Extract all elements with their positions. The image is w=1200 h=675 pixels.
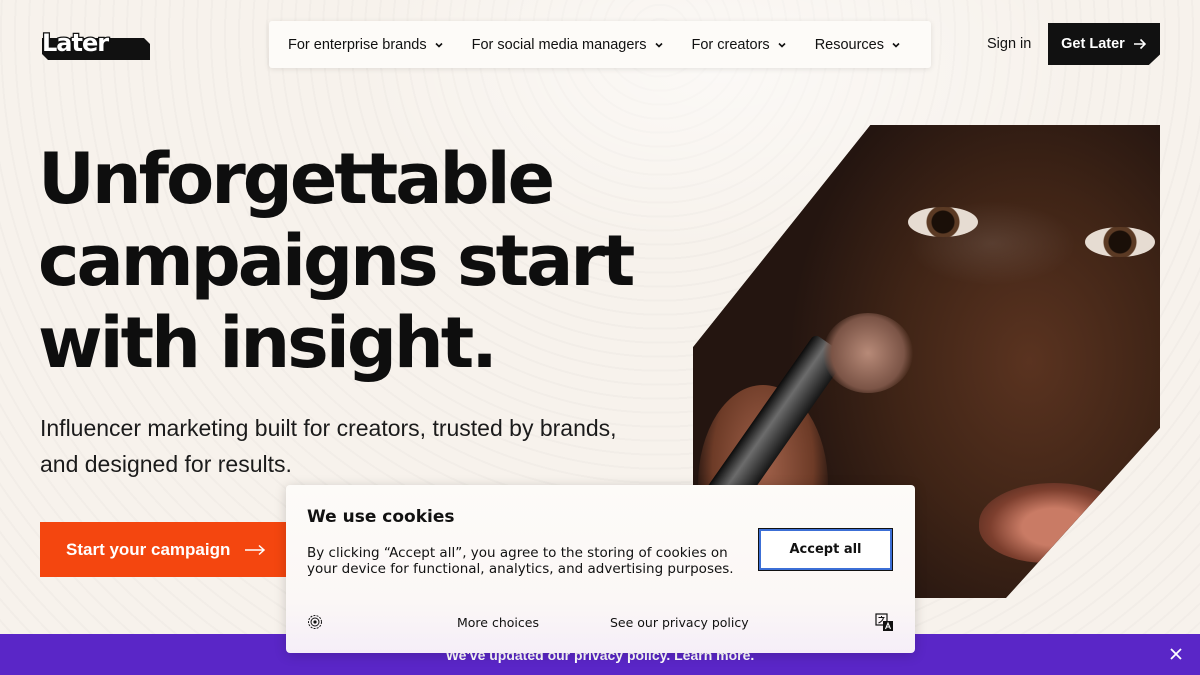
chevron-down-icon [654,42,663,48]
brush-head-shape [823,313,913,393]
chevron-down-icon [778,42,786,48]
accept-all-button[interactable]: Accept all [758,528,893,571]
nav-item-label: For creators [691,36,770,53]
logo-wordmark: Later [42,29,109,57]
later-logo[interactable]: Later [40,28,150,62]
start-campaign-label: Start your campaign [66,539,231,559]
chevron-down-icon [892,42,900,48]
main-nav: For enterprise brands For social media m… [269,21,931,68]
hero-title-line: campaigns start [38,220,635,302]
hero-subtitle: Influencer marketing built for creators,… [40,410,650,482]
cookie-title: We use cookies [307,507,455,527]
get-later-label: Get Later [1061,36,1125,52]
cookie-text: By clicking “Accept all”, you agree to t… [307,545,734,577]
nav-item-label: For enterprise brands [288,36,427,53]
sign-in-link[interactable]: Sign in [987,36,1031,52]
close-icon[interactable] [1168,646,1184,662]
privacy-policy-link[interactable]: See our privacy policy [610,615,749,630]
more-choices-link[interactable]: More choices [457,615,539,630]
hero-title-line: Unforgettable [38,138,555,220]
eye-shape [1085,227,1155,257]
nav-item-social-media-managers[interactable]: For social media managers [472,37,664,53]
get-later-button[interactable]: Get Later [1048,23,1160,65]
gear-icon[interactable] [307,614,323,630]
start-campaign-button[interactable]: Start your campaign [40,522,286,577]
nav-item-label: For social media managers [471,36,647,53]
arrow-right-icon [1133,38,1146,50]
nav-item-enterprise[interactable]: For enterprise brands [288,37,444,53]
hero-title-line: with insight. [38,302,498,384]
eye-shape [908,207,978,237]
nav-item-resources[interactable]: Resources [815,37,901,53]
nav-item-creators[interactable]: For creators [692,37,787,53]
hero-subtitle-line: Influencer marketing built for creators,… [40,415,617,441]
translate-icon[interactable] [875,613,894,632]
hero-subtitle-line: and designed for results. [40,451,292,477]
arrow-right-icon [245,544,266,555]
hero-title: Unforgettable campaigns start with insig… [38,138,698,384]
nav-item-label: Resources [814,36,884,53]
chevron-down-icon [435,42,443,48]
lips-shape [979,483,1129,563]
cookie-dialog: We use cookies By clicking “Accept all”,… [286,485,915,653]
